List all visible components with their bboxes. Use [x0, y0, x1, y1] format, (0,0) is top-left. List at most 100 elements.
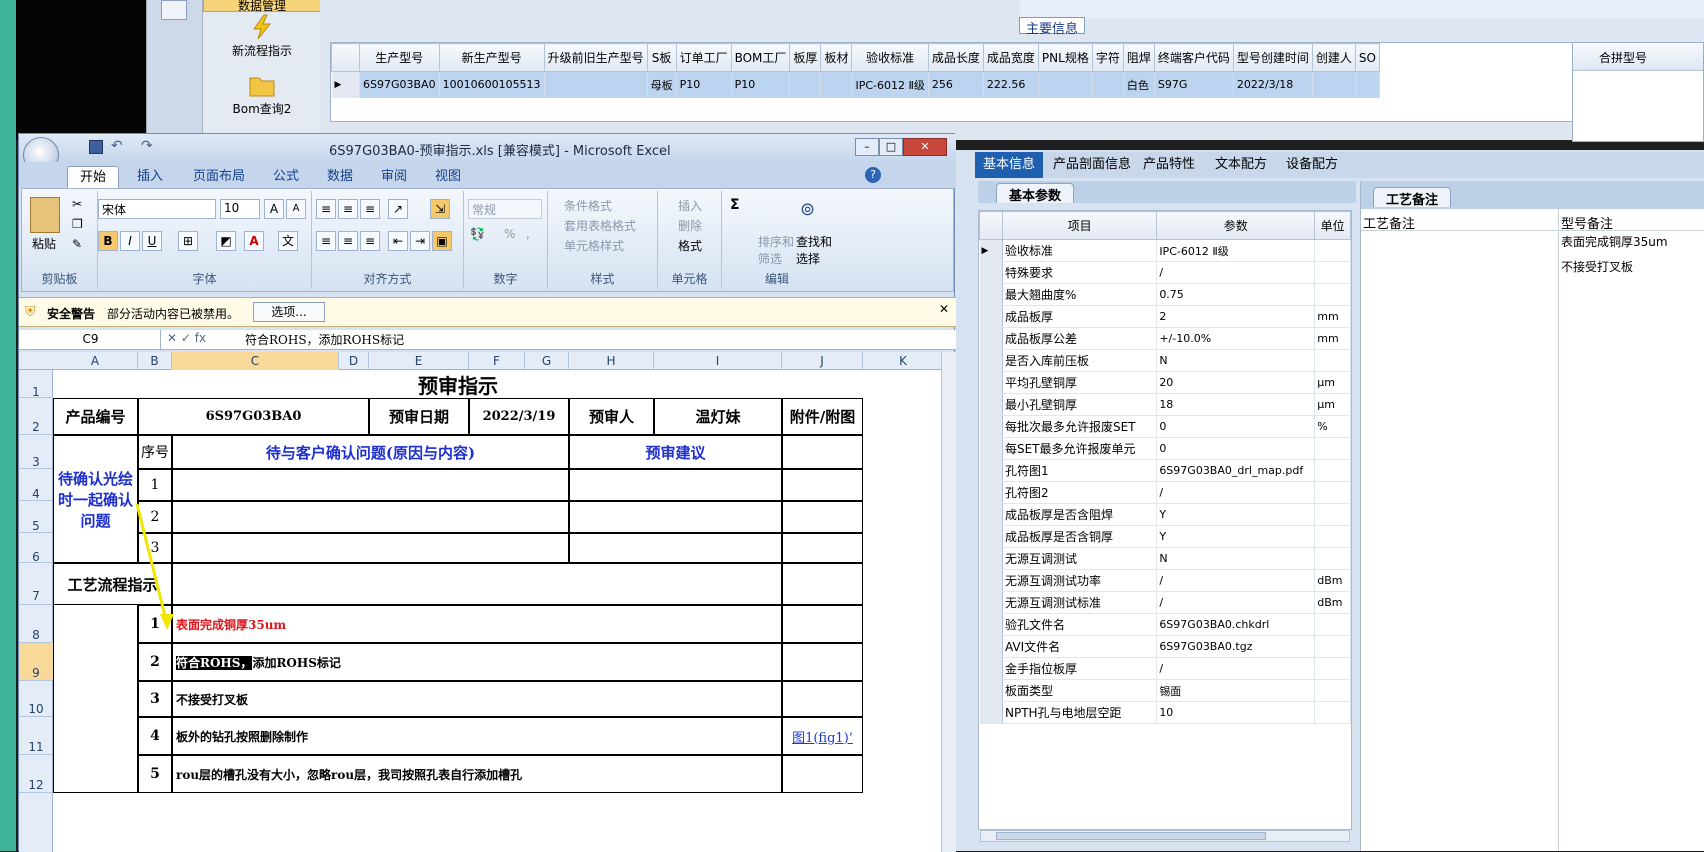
paste-button[interactable]: 粘贴	[32, 235, 56, 252]
param-value[interactable]: Y	[1156, 525, 1316, 548]
seq-number[interactable]: 3	[138, 533, 172, 563]
grid-cell[interactable]: 10010600105513	[439, 71, 545, 98]
param-value[interactable]: 6S97G03BA0_drl_map.pdf	[1156, 459, 1316, 482]
flow-number[interactable]: 4	[138, 717, 172, 755]
format-as-table-button[interactable]: 套用表格格式	[564, 217, 636, 234]
row-header[interactable]	[979, 305, 1003, 328]
param-row[interactable]: 板面类型 锡面	[979, 679, 1351, 702]
attach-cell[interactable]: 图1(fig1)’	[782, 717, 863, 755]
align-center-button[interactable]: ≡	[338, 231, 358, 251]
number-format-select[interactable]: 常规	[468, 199, 542, 219]
fill-color-button[interactable]: ◩	[216, 231, 236, 251]
column-header-j[interactable]: J	[782, 352, 863, 370]
flow-item[interactable]: 不接受打叉板	[172, 681, 782, 717]
sidebar-item-bom-query[interactable]: Bom查询2	[203, 72, 321, 117]
grid-cell[interactable]	[1092, 71, 1124, 98]
bold-button[interactable]: B	[98, 231, 118, 251]
param-value[interactable]: 10	[1156, 701, 1316, 724]
row-header[interactable]	[979, 679, 1003, 702]
param-value[interactable]: 20	[1156, 371, 1316, 394]
cut-icon[interactable]: ✂	[72, 197, 82, 211]
vertical-scrollbar[interactable]	[941, 352, 956, 852]
tab-page-layout[interactable]: 页面布局	[181, 166, 257, 188]
row-header[interactable]	[979, 657, 1003, 680]
shrink-font-button[interactable]: A	[286, 199, 306, 219]
grid-cell[interactable]: S97G	[1154, 71, 1234, 98]
row-header-2[interactable]: 2	[19, 398, 53, 435]
param-value[interactable]: 18	[1156, 393, 1316, 416]
close-button[interactable]: ✕	[903, 138, 947, 156]
row-header[interactable]	[979, 371, 1003, 394]
grid-cell[interactable]	[1355, 71, 1380, 98]
grid-header-17[interactable]: 创建人	[1311, 43, 1356, 72]
attach-cell[interactable]	[782, 469, 863, 501]
column-header-h[interactable]: H	[569, 352, 654, 370]
row-header-11[interactable]: 11	[19, 717, 53, 755]
param-row[interactable]: 成品板厚是否含铜厚 Y	[979, 525, 1351, 548]
issue-cell[interactable]	[172, 501, 569, 533]
seq-number[interactable]: 2	[138, 501, 172, 533]
sidebar-item-new-flow[interactable]: 新流程指示	[203, 14, 321, 59]
param-value[interactable]: 2	[1156, 305, 1316, 328]
grid-header-18[interactable]: SO	[1354, 43, 1380, 72]
grid-cell[interactable]	[1038, 71, 1093, 98]
row-header[interactable]	[979, 283, 1003, 306]
grid-header-10[interactable]: 成品长度	[927, 43, 984, 72]
param-value[interactable]: +/-10.0%	[1156, 327, 1316, 350]
row-header[interactable]	[979, 393, 1003, 416]
seq-number[interactable]: 1	[138, 469, 172, 501]
header-param[interactable]: 参数	[1156, 211, 1316, 240]
param-row[interactable]: ▶ 验收标准 IPC-6012 Ⅱ级	[979, 239, 1351, 262]
align-bottom-button[interactable]: ≡	[360, 199, 380, 219]
grid-cell[interactable]: 2022/3/18	[1233, 71, 1313, 98]
cell-styles-button[interactable]: 单元格样式	[564, 237, 624, 254]
row-header-5[interactable]: 5	[19, 501, 53, 533]
row-header-9[interactable]: 9	[19, 643, 53, 681]
grow-font-button[interactable]: A	[264, 199, 284, 219]
param-value[interactable]: N	[1156, 547, 1316, 570]
param-row[interactable]: 平均孔壁铜厚 20 μm	[979, 371, 1351, 394]
help-icon[interactable]: ?	[865, 167, 881, 183]
formula-input[interactable]: 符合ROHS，添加ROHS标记	[245, 331, 404, 348]
header-item[interactable]: 项目	[1001, 211, 1158, 240]
underline-button[interactable]: U	[142, 231, 162, 251]
format-painter-icon[interactable]: ✎	[72, 237, 82, 251]
row-header[interactable]	[979, 481, 1003, 504]
seq-label[interactable]: 序号	[138, 435, 172, 469]
param-value[interactable]: Y	[1156, 503, 1316, 526]
main-info-grid[interactable]: 生产型号 新生产型号 升级前旧生产型号 S板 订单工厂 BOM工厂 板厚 板材 验收标准 成品长度…	[330, 42, 1575, 122]
grid-header-6[interactable]: BOM工厂	[730, 43, 791, 72]
scroll-thumb[interactable]	[996, 832, 1266, 840]
grid-header-5[interactable]: 订单工厂	[675, 43, 732, 72]
row-header-3[interactable]: 3	[19, 435, 53, 469]
suggest-cell[interactable]	[569, 469, 782, 501]
param-value[interactable]: 0	[1156, 437, 1316, 460]
column-header-i[interactable]: I	[654, 352, 782, 370]
row-header[interactable]: ▶	[979, 239, 1003, 262]
suggest-label[interactable]: 预审建议	[569, 435, 782, 469]
grid-header-3[interactable]: 升级前旧生产型号	[543, 43, 648, 72]
grid-cell[interactable]	[1312, 71, 1356, 98]
attach-cell[interactable]	[782, 533, 863, 563]
grid-cell[interactable]: 256	[928, 71, 984, 98]
subtab-basic-params[interactable]: 基本参数	[996, 183, 1075, 204]
grid-header-8[interactable]: 板材	[820, 43, 853, 72]
maximize-button[interactable]: □	[879, 138, 903, 156]
currency-button[interactable]: 💱	[470, 227, 485, 241]
tab-data[interactable]: 数据	[315, 166, 365, 188]
row-header-8[interactable]: 8	[19, 605, 53, 643]
align-right-button[interactable]: ≡	[360, 231, 380, 251]
issue-cell[interactable]	[172, 533, 569, 563]
param-value[interactable]: /	[1156, 481, 1316, 504]
conditional-format-button[interactable]: 条件格式	[564, 197, 612, 214]
param-value[interactable]: /	[1156, 657, 1316, 680]
horizontal-scrollbar[interactable]	[980, 830, 1350, 842]
attach-cell[interactable]	[782, 501, 863, 533]
row-header[interactable]	[979, 349, 1003, 372]
percent-button[interactable]: %	[504, 227, 515, 241]
grid-cell[interactable]	[820, 71, 853, 98]
grid-header-9[interactable]: 验收标准	[851, 43, 929, 72]
param-value[interactable]: 0.75	[1156, 283, 1316, 306]
param-value[interactable]: /	[1156, 569, 1316, 592]
param-value[interactable]: 0	[1156, 415, 1316, 438]
